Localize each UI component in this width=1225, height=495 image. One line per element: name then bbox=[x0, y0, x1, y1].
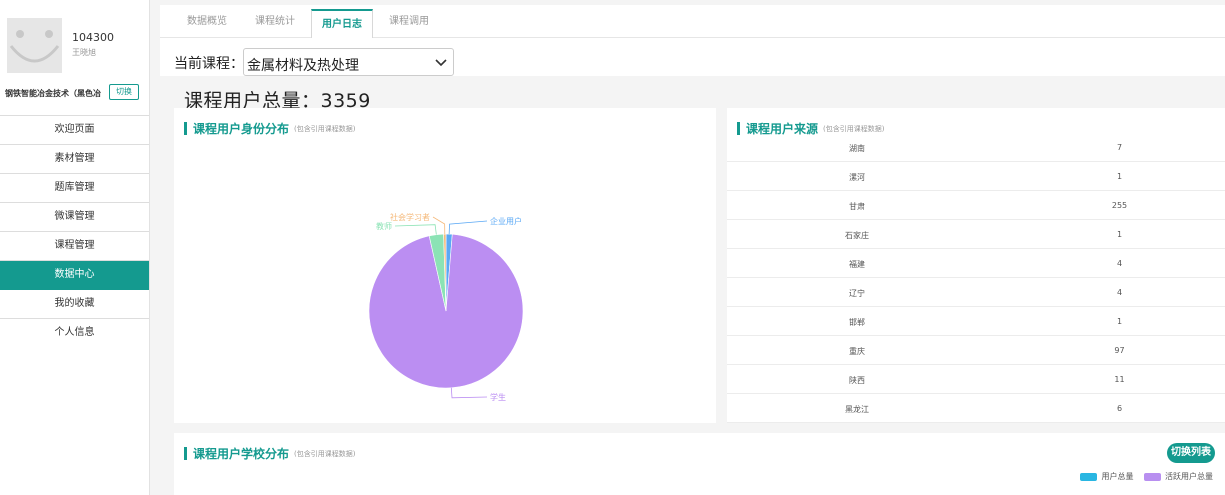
legend-item-total-users[interactable]: 用户总量 bbox=[1080, 471, 1133, 482]
tab-user-log[interactable]: 用户日志 bbox=[311, 9, 373, 39]
tab-course-calls[interactable]: 课程调用 bbox=[375, 5, 443, 38]
source-region: 辽宁 bbox=[849, 289, 865, 298]
source-panel-subtitle: (包含引用课程数据) bbox=[823, 124, 885, 133]
source-row: 重庆 97 bbox=[727, 336, 1225, 365]
source-count: 7 bbox=[1116, 143, 1123, 152]
source-row: 石家庄 1 bbox=[727, 220, 1225, 249]
source-row: 辽宁 4 bbox=[727, 278, 1225, 307]
avatar bbox=[7, 18, 62, 73]
pie-slice-label: 学生 bbox=[490, 392, 506, 402]
identity-distribution-panel: 课程用户身份分布 (包含引用课程数据) 企业用户 学生 教师 社会学习者 bbox=[174, 108, 716, 423]
school-distribution-panel: 课程用户学校分布 (包含引用课程数据) 切换列表 用户总量 活跃用户总量 bbox=[174, 433, 1225, 495]
legend-item-active-users[interactable]: 活跃用户总量 bbox=[1144, 471, 1213, 482]
tab-course-stats[interactable]: 课程统计 bbox=[241, 5, 309, 38]
source-row: 陕西 11 bbox=[727, 365, 1225, 394]
pie-label-line bbox=[448, 220, 488, 235]
pie-label-line bbox=[394, 224, 437, 235]
sidebar-item-welcome[interactable]: 欢迎页面 bbox=[0, 116, 149, 145]
pie-label-line bbox=[450, 387, 488, 399]
source-region: 重庆 bbox=[849, 347, 865, 356]
source-count: 1 bbox=[1116, 230, 1123, 239]
sidebar-item-course-management[interactable]: 课程管理 bbox=[0, 232, 149, 261]
course-select-value: 金属材料及热处理 bbox=[247, 58, 359, 74]
legend-label: 活跃用户总量 bbox=[1165, 472, 1213, 481]
current-course-name: 钢铁智能冶金技术（黑色冶 bbox=[5, 89, 101, 98]
source-region: 陕西 bbox=[849, 376, 865, 385]
identity-pie-chart: 企业用户学生 教师社会学习者 bbox=[368, 212, 524, 402]
legend-swatch bbox=[1080, 472, 1098, 481]
source-region: 邯郸 bbox=[849, 318, 865, 327]
source-count: 4 bbox=[1116, 288, 1123, 297]
school-chart-legend: 用户总量 活跃用户总量 bbox=[1072, 471, 1213, 482]
profile-card: 104300 王晓旭 钢铁智能冶金技术（黑色冶 切换 bbox=[0, 0, 149, 116]
course-selector-bar: 当前课程： 金属材料及热处理 bbox=[160, 38, 1225, 76]
sidebar-menu: 欢迎页面 素材管理 题库管理 微课管理 课程管理 数据中心 我的收藏 个人信息 bbox=[0, 116, 149, 348]
source-region: 福建 bbox=[849, 260, 865, 269]
toggle-list-button[interactable]: 切换列表 bbox=[1167, 443, 1215, 463]
pie-label-line bbox=[432, 216, 446, 235]
sidebar-item-materials[interactable]: 素材管理 bbox=[0, 145, 149, 174]
source-region: 漯河 bbox=[849, 173, 865, 182]
legend-swatch bbox=[1144, 472, 1161, 481]
chevron-down-icon bbox=[435, 59, 447, 67]
course-select[interactable]: 金属材料及热处理 bbox=[243, 48, 454, 76]
user-name: 王晓旭 bbox=[72, 48, 96, 57]
sidebar-item-profile[interactable]: 个人信息 bbox=[0, 319, 149, 348]
source-region: 甘肃 bbox=[849, 202, 865, 211]
pie-slice-label: 教师 bbox=[376, 221, 392, 231]
source-row: 湖南 7 bbox=[727, 133, 1225, 162]
source-count: 4 bbox=[1116, 259, 1123, 268]
source-row: 黑龙江 6 bbox=[727, 394, 1225, 423]
user-source-panel: 课程用户来源 (包含引用课程数据) 湖南 7 漯河 1 甘肃 255 石家庄 1 福建 4 辽宁 4 邯郸… bbox=[727, 108, 1225, 423]
source-count: 255 bbox=[1111, 201, 1128, 210]
source-row: 甘肃 255 bbox=[727, 191, 1225, 220]
pie-slice-label: 社会学习者 bbox=[390, 212, 430, 222]
smiley-icon bbox=[9, 30, 60, 63]
source-row: 福建 4 bbox=[727, 249, 1225, 278]
source-row: 漯河 1 bbox=[727, 162, 1225, 191]
tab-data-overview[interactable]: 数据概览 bbox=[173, 5, 241, 38]
sidebar-item-question-bank[interactable]: 题库管理 bbox=[0, 174, 149, 203]
pie-slice-label: 企业用户 bbox=[490, 216, 522, 226]
source-count: 11 bbox=[1114, 375, 1125, 384]
sidebar-item-microcourse[interactable]: 微课管理 bbox=[0, 203, 149, 232]
sidebar-item-favorites[interactable]: 我的收藏 bbox=[0, 290, 149, 319]
source-row: 邯郸 1 bbox=[727, 307, 1225, 336]
switch-course-button[interactable]: 切换 bbox=[109, 84, 139, 100]
school-panel-subtitle: (包含引用课程数据) bbox=[294, 449, 356, 458]
course-selector-label: 当前课程： bbox=[174, 56, 244, 72]
tab-bar: 数据概览 课程统计 用户日志 课程调用 bbox=[160, 5, 1225, 39]
source-count: 1 bbox=[1116, 317, 1123, 326]
school-panel-header: 课程用户学校分布 (包含引用课程数据) bbox=[184, 443, 355, 462]
source-region: 湖南 bbox=[849, 144, 865, 153]
total-users-area: 课程用户总量：3359 bbox=[160, 86, 1225, 112]
title-bar-mark bbox=[184, 447, 187, 460]
school-panel-title: 课程用户学校分布 bbox=[193, 447, 290, 461]
source-count: 97 bbox=[1114, 346, 1125, 355]
sidebar: 104300 王晓旭 钢铁智能冶金技术（黑色冶 切换 欢迎页面 素材管理 题库管… bbox=[0, 0, 150, 495]
source-count: 1 bbox=[1116, 172, 1123, 181]
legend-label: 用户总量 bbox=[1101, 472, 1134, 481]
source-region: 石家庄 bbox=[845, 231, 869, 240]
user-id: 104300 bbox=[72, 31, 114, 44]
source-region: 黑龙江 bbox=[845, 405, 869, 414]
source-count: 6 bbox=[1116, 404, 1123, 413]
sidebar-item-data-center[interactable]: 数据中心 bbox=[0, 261, 149, 290]
